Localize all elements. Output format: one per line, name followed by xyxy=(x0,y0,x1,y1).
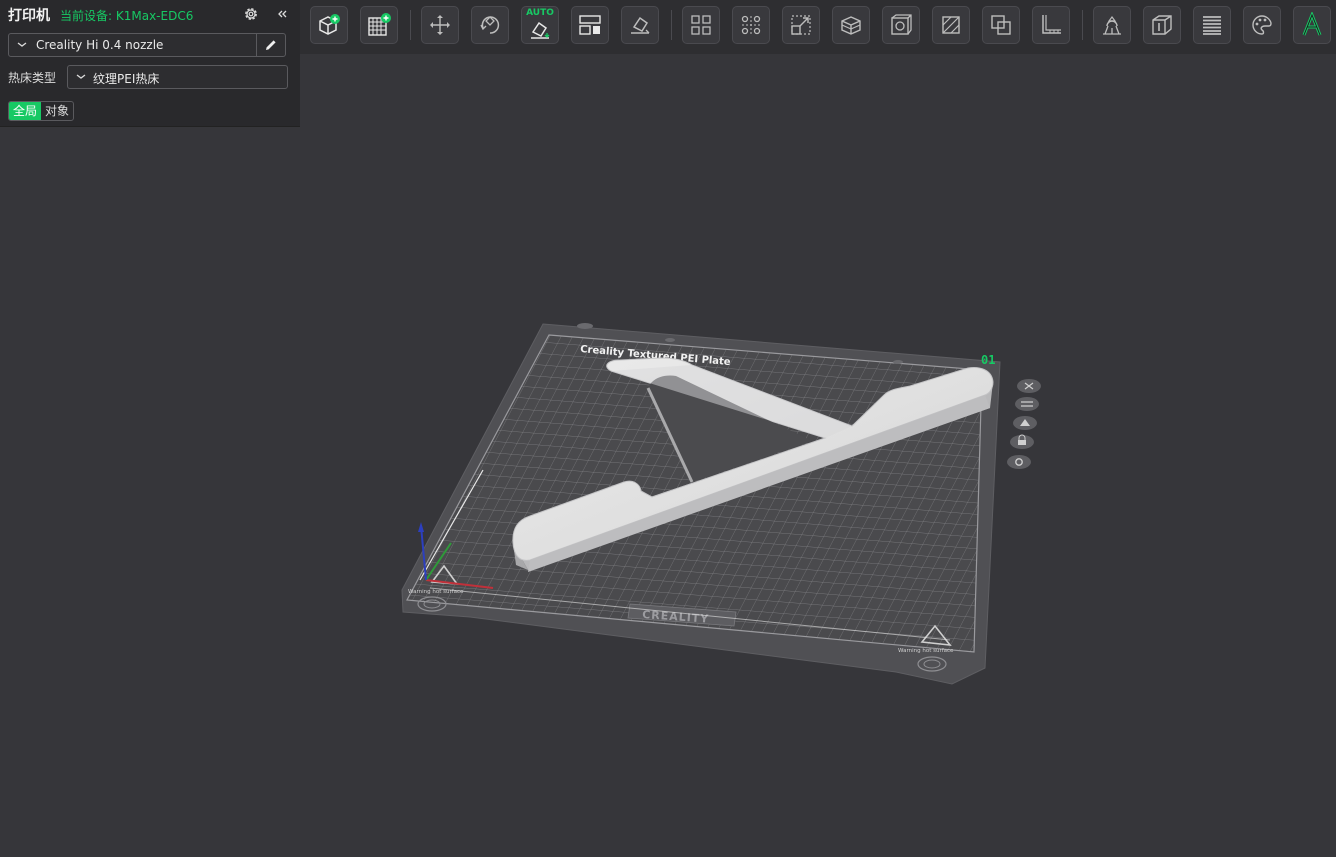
build-plate-scene[interactable]: Creality Textured PEI Plate 01 CREALITY … xyxy=(0,0,1336,857)
plate-settings-button[interactable] xyxy=(1007,455,1031,469)
plate-orient-button[interactable] xyxy=(1013,416,1037,430)
bed-notch xyxy=(893,360,903,364)
plate-arrange-button[interactable] xyxy=(1015,397,1039,411)
warning-label: Warning hot surface xyxy=(408,589,464,595)
bed-notch xyxy=(577,323,593,329)
3d-viewport[interactable]: Creality Textured PEI Plate 01 CREALITY … xyxy=(0,126,1336,857)
warning-label: Warning hot surface xyxy=(898,648,954,654)
plate-lock-button[interactable] xyxy=(1010,434,1034,449)
plate-number[interactable]: 01 xyxy=(981,353,995,367)
plate-close-button[interactable] xyxy=(1017,379,1041,393)
bed-notch xyxy=(665,338,675,342)
